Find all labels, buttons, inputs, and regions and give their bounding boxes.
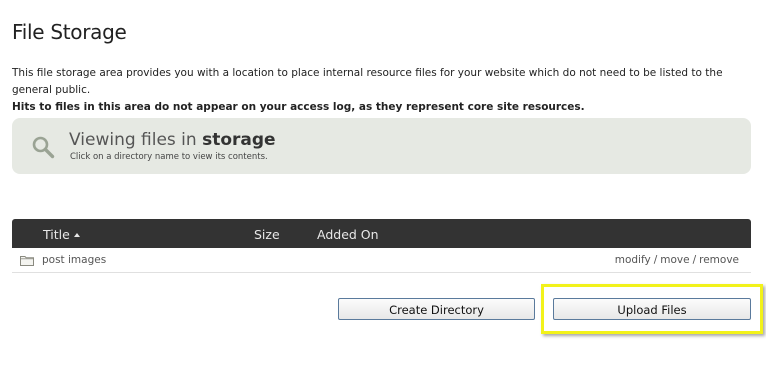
column-header-added-on[interactable]: Added On [317, 227, 379, 242]
page-title: File Storage [12, 20, 127, 44]
remove-link[interactable]: remove [699, 254, 739, 266]
column-header-title-label: Title [43, 227, 70, 242]
table-row: post images modify / move / remove [12, 250, 751, 273]
intro-description: This file storage area provides you with… [12, 67, 723, 96]
column-header-size[interactable]: Size [254, 227, 280, 242]
folder-icon [20, 256, 34, 266]
action-separator: / [692, 254, 697, 266]
action-separator: / [653, 254, 658, 266]
column-header-title[interactable]: Title [43, 227, 80, 242]
location-heading: Viewing files in storage [69, 130, 276, 150]
intro-text: This file storage area provides you with… [12, 65, 757, 116]
location-info-box: Viewing files in storage Click on a dire… [12, 118, 751, 174]
current-directory-name: storage [202, 130, 276, 150]
move-link[interactable]: move [660, 254, 689, 266]
modify-link[interactable]: modify [615, 254, 651, 266]
intro-notice: Hits to files in this area do not appear… [12, 101, 585, 113]
row-actions: modify / move / remove [615, 254, 739, 266]
upload-files-button[interactable]: Upload Files [553, 298, 751, 320]
files-table-header: Title Size Added On [12, 219, 751, 248]
file-storage-page: File Storage This file storage area prov… [0, 0, 766, 367]
search-icon [32, 136, 55, 159]
create-directory-button[interactable]: Create Directory [338, 298, 535, 320]
location-help-text: Click on a directory name to view its co… [70, 152, 268, 162]
directory-link-post-images[interactable]: post images [42, 254, 106, 266]
location-heading-prefix: Viewing files in [69, 130, 197, 150]
sort-ascending-icon [73, 233, 80, 237]
